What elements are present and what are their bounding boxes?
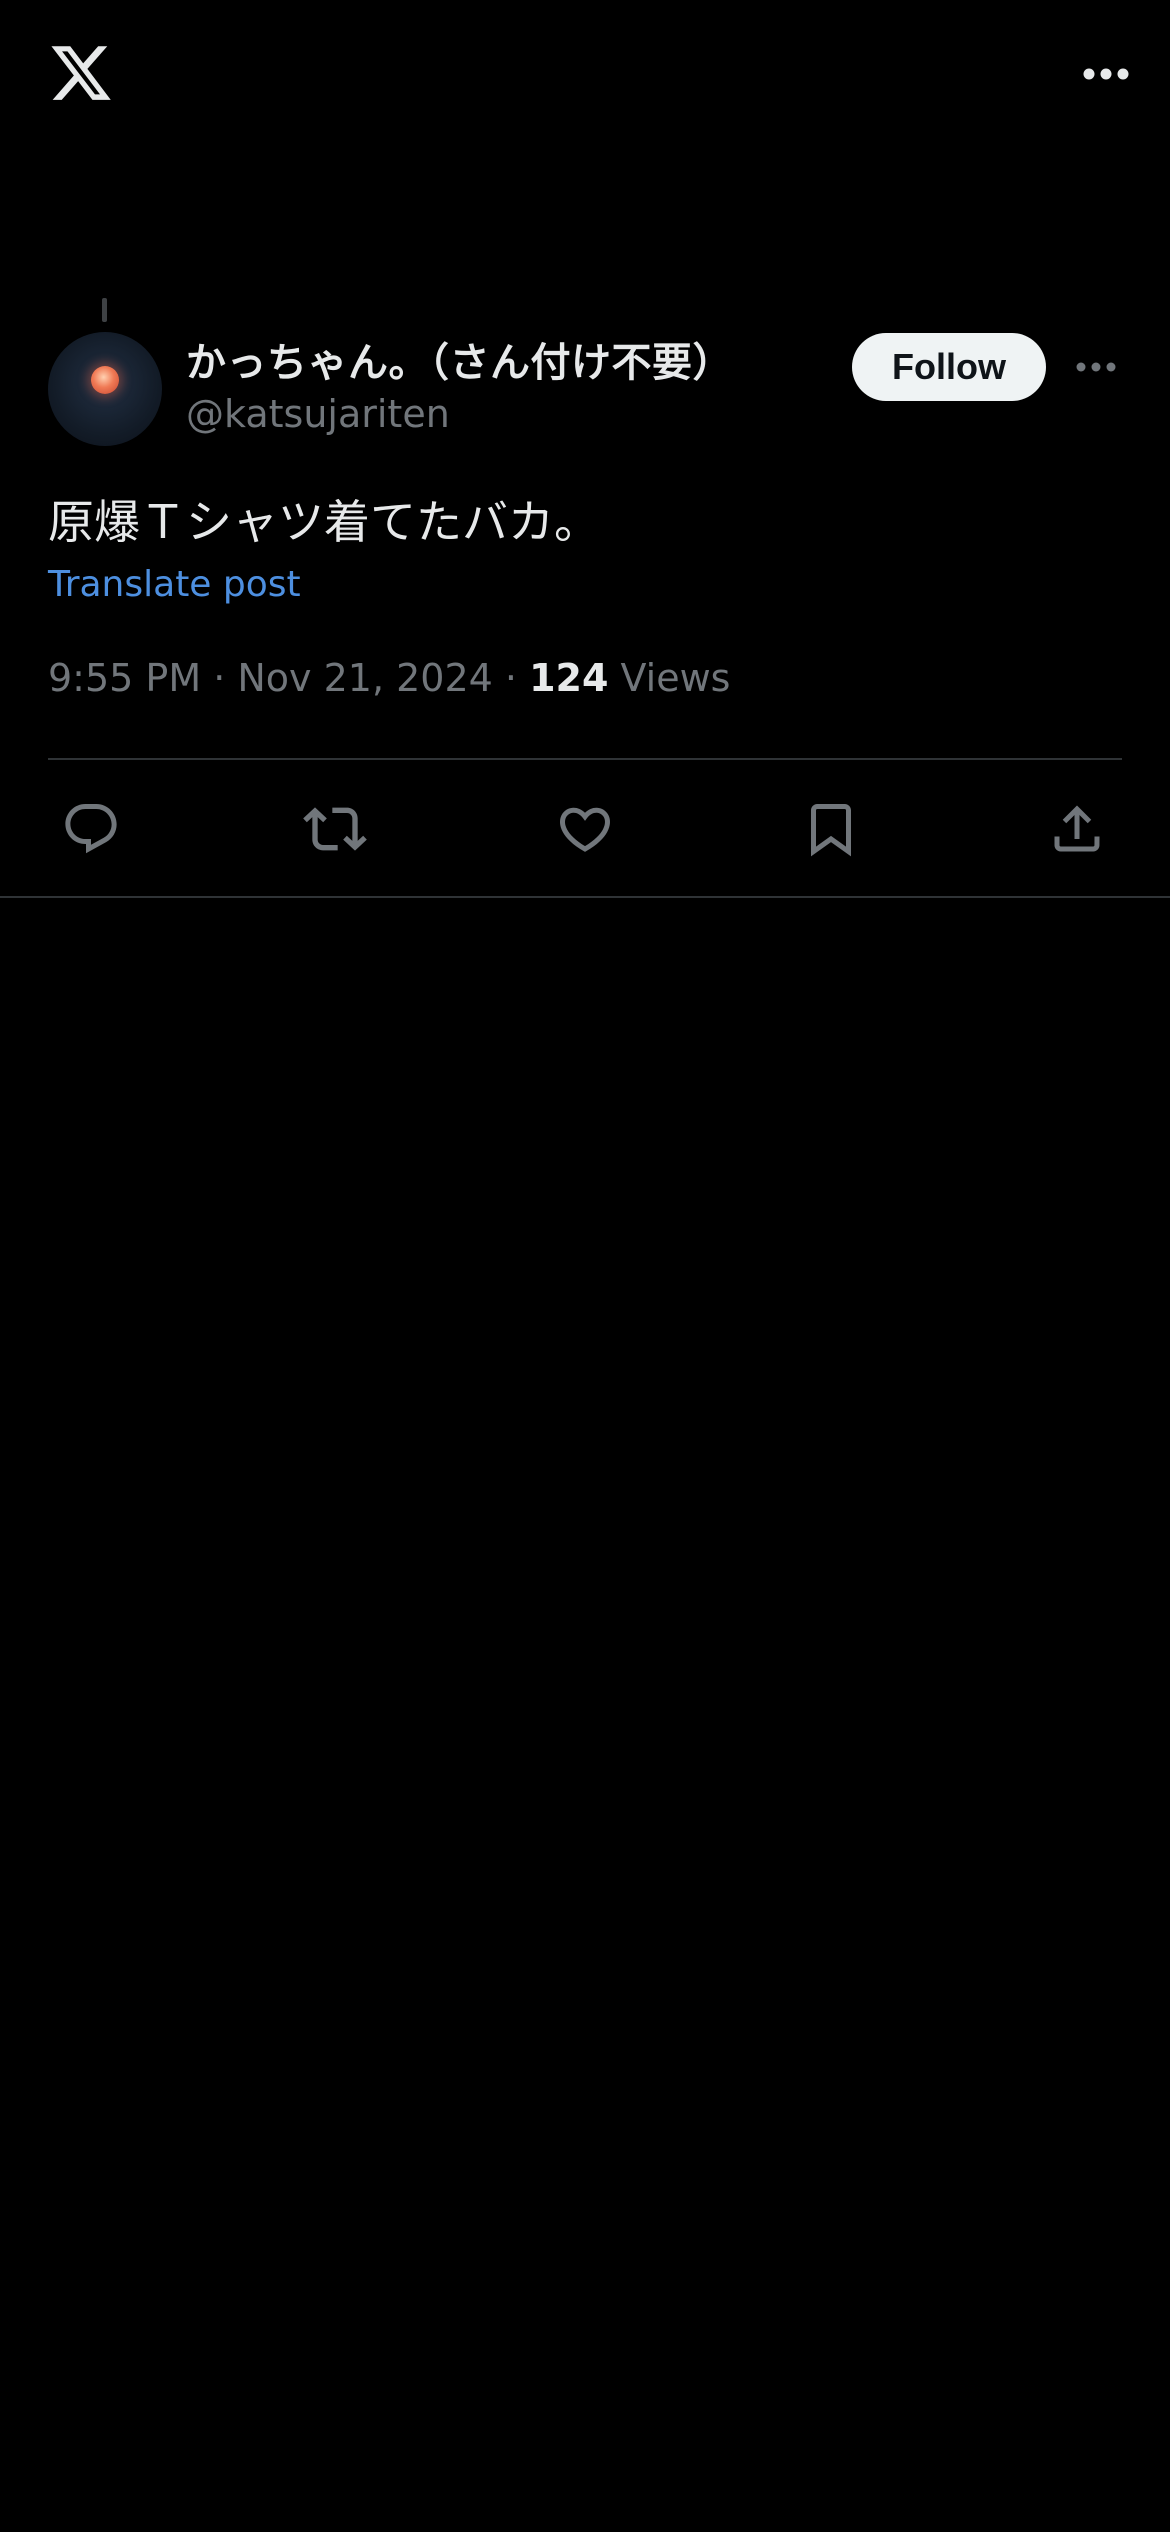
reply-icon[interactable]: [58, 796, 124, 862]
thread-connector-line: [102, 298, 107, 322]
share-icon[interactable]: [1044, 796, 1110, 862]
like-icon[interactable]: [552, 796, 618, 862]
post-metadata: 9:55 PM · Nov 21, 2024 · 124 Views: [48, 656, 730, 700]
author-handle[interactable]: @katsujariten: [186, 392, 450, 436]
avatar-image-dot: [91, 366, 119, 394]
top-bar: [0, 0, 1170, 150]
avatar[interactable]: [48, 332, 162, 446]
author-display-name[interactable]: かっちゃん。（さん付け不要）: [186, 330, 733, 388]
bookmark-icon[interactable]: [798, 796, 864, 862]
divider: [0, 896, 1170, 898]
post-text: 原爆Ｔシャツ着てたバカ。: [48, 495, 600, 549]
post-timestamp[interactable]: 9:55 PM · Nov 21, 2024 ·: [48, 656, 529, 700]
views-label: Views: [608, 656, 731, 700]
follow-button[interactable]: Follow: [852, 333, 1046, 401]
divider: [48, 758, 1122, 760]
more-options-icon[interactable]: [1034, 50, 1130, 98]
x-logo-icon[interactable]: [48, 40, 114, 106]
repost-icon[interactable]: [302, 796, 368, 862]
action-bar: [48, 790, 1122, 870]
post-more-icon[interactable]: [1072, 350, 1120, 384]
views-count: 124: [529, 656, 609, 700]
translate-post-link[interactable]: Translate post: [48, 564, 301, 605]
